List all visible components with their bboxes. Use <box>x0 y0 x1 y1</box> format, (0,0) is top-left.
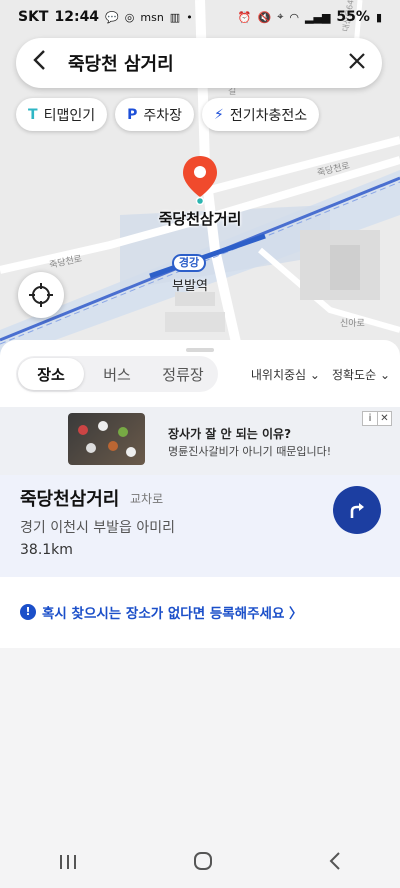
search-bar[interactable]: 죽당천 삼거리 <box>16 38 382 88</box>
time-label: 12:44 <box>54 9 100 25</box>
home-icon[interactable] <box>193 851 213 877</box>
navigate-button[interactable] <box>333 486 381 534</box>
crosshair-icon <box>29 283 53 307</box>
category-tabs: 장소 버스 정류장 <box>16 356 218 392</box>
result-item[interactable]: 죽당천삼거리 교차로 경기 이천시 부발읍 아미리 38.1km <box>0 475 400 577</box>
svg-text:신아로: 신아로 <box>340 318 365 329</box>
result-category: 교차로 <box>130 492 164 506</box>
register-place-link[interactable]: ! 혹시 찾으시는 장소가 없다면 등록해주세요 〉 <box>20 602 303 622</box>
ad-image <box>68 413 145 465</box>
tab-bus[interactable]: 버스 <box>84 358 150 390</box>
location-icon: ⌖ <box>277 10 284 23</box>
result-address: 경기 이천시 부발읍 아미리 <box>20 520 176 536</box>
ad-close-icon[interactable]: ✕ <box>377 412 391 425</box>
tab-place[interactable]: 장소 <box>18 358 84 390</box>
sort-accuracy-dropdown[interactable]: 정확도순 ⌄ <box>332 366 390 383</box>
recent-apps-icon[interactable] <box>58 852 78 877</box>
search-query[interactable]: 죽당천 삼거리 <box>68 50 348 76</box>
parking-icon: P <box>127 106 138 123</box>
ad-subtitle: 명륜진사갈비가 아니기 때문입니다! <box>168 445 332 458</box>
carrier-label: SKT <box>18 9 49 25</box>
filter-chips: T 티맵인기 P 주차장 ⚡ 전기차충전소 <box>16 98 320 131</box>
pin-label: 죽당천삼거리 <box>158 210 242 228</box>
turn-right-arrow-icon <box>350 503 364 518</box>
station-name[interactable]: 부발역 <box>160 275 220 294</box>
status-bar: SKT 12:44 💬 ◎ msn ▥ • ⏰ 🔇 ⌖ ◠ ▂▄▆ 55% ▮ <box>0 0 400 34</box>
station-line-badge[interactable]: 경강 <box>172 254 206 272</box>
back-icon[interactable] <box>328 851 342 877</box>
chip-label: 티맵인기 <box>43 107 96 124</box>
ad-banner[interactable]: 장사가 잘 안 되는 이유? 명륜진사갈비가 아니기 때문입니다! i ✕ <box>0 407 400 475</box>
dot-icon: • <box>186 10 193 24</box>
chip-label: 주차장 <box>143 107 182 124</box>
chip-label: 전기차충전소 <box>229 107 308 124</box>
result-distance: 38.1km <box>20 542 73 558</box>
instagram-icon: ◎ <box>124 10 135 24</box>
msn-icon: msn <box>140 10 164 24</box>
chip-tmap-popular[interactable]: T 티맵인기 <box>16 98 108 131</box>
lightning-icon: ⚡ <box>214 106 224 123</box>
tabs-row: 장소 버스 정류장 내위치중심 ⌄ 정확도순 ⌄ <box>16 356 390 392</box>
battery-icon: ▮ <box>375 10 382 24</box>
register-text: 혹시 찾으시는 장소가 없다면 등록해주세요 〉 <box>42 606 303 622</box>
wifi-icon: ◠ <box>289 10 300 24</box>
back-arrow-icon[interactable] <box>32 49 60 77</box>
current-location-button[interactable] <box>18 272 64 318</box>
chip-ev-charging[interactable]: ⚡ 전기차충전소 <box>202 98 320 131</box>
ad-info-icon[interactable]: i <box>363 412 377 425</box>
chart-icon: ▥ <box>169 10 181 24</box>
close-icon[interactable] <box>348 51 366 76</box>
sheet-handle[interactable] <box>186 348 214 352</box>
sort-options: 내위치중심 ⌄ 정확도순 ⌄ <box>251 366 390 383</box>
signal-icon: ▂▄▆ <box>305 10 331 24</box>
talk-icon: 💬 <box>105 10 119 24</box>
sort-location-dropdown[interactable]: 내위치중심 ⌄ <box>251 366 320 383</box>
result-name: 죽당천삼거리 <box>20 489 120 510</box>
tmap-icon: T <box>28 106 38 123</box>
mute-icon: 🔇 <box>257 10 272 24</box>
location-pin-icon[interactable] <box>181 155 219 206</box>
ad-title: 장사가 잘 안 되는 이유? <box>168 427 292 441</box>
system-nav-bar <box>0 840 400 888</box>
alarm-icon: ⏰ <box>237 10 252 24</box>
battery-label: 55% <box>336 9 370 25</box>
ad-controls: i ✕ <box>362 411 392 426</box>
chip-parking[interactable]: P 주차장 <box>115 98 194 131</box>
tab-stop[interactable]: 정류장 <box>150 358 216 390</box>
alert-info-icon: ! <box>20 604 36 620</box>
